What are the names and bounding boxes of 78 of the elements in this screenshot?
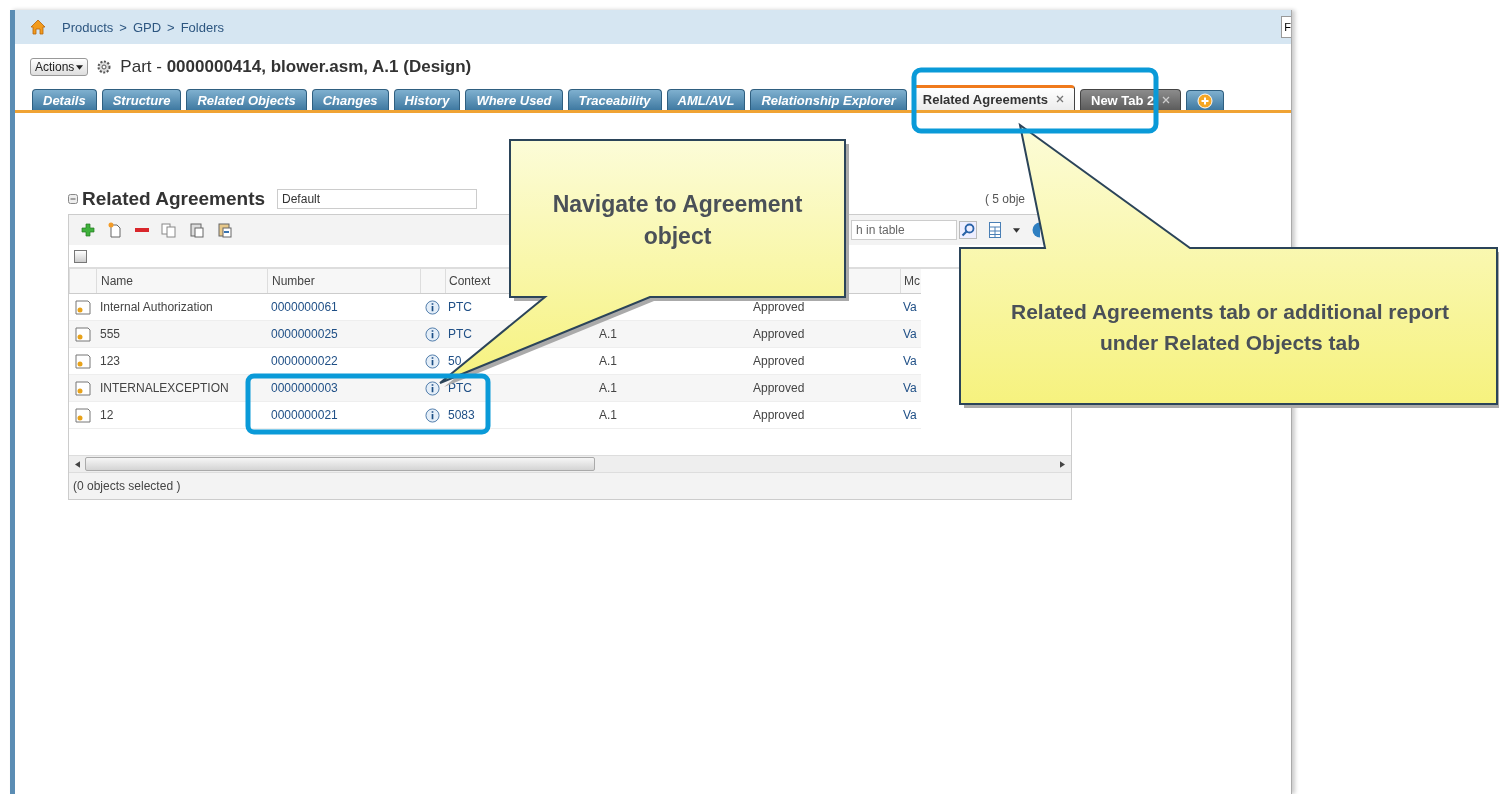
agreement-icon xyxy=(75,326,91,342)
corner-button[interactable]: F xyxy=(1281,16,1291,38)
breadcrumb-link[interactable]: GPD xyxy=(132,19,162,35)
help-icon[interactable] xyxy=(1032,222,1040,238)
table-cell-text: Approved xyxy=(752,300,806,314)
table-cell: A.1 xyxy=(599,381,617,395)
info-icon[interactable] xyxy=(425,299,440,315)
column-header[interactable]: Mc xyxy=(900,269,921,293)
info-icon[interactable] xyxy=(425,353,440,369)
number-link[interactable]: 0000000021 xyxy=(267,408,420,422)
callout-text: Related Agreements tab or additional report under Related Objects tab xyxy=(1010,299,1450,356)
close-icon[interactable] xyxy=(1162,96,1171,104)
breadcrumb-link[interactable]: Products xyxy=(62,19,114,35)
context-link[interactable]: 50 xyxy=(448,354,462,368)
callout-text: Navigate to Agreement object xyxy=(551,190,804,251)
number-link[interactable]: 0000000022 xyxy=(267,354,420,368)
close-icon[interactable] xyxy=(1056,95,1064,103)
info-icon[interactable] xyxy=(425,380,440,396)
gear-icon xyxy=(96,59,113,75)
columns-icon[interactable] xyxy=(989,222,1001,238)
table-cell-text: INTERNALEXCEPTION xyxy=(99,381,230,395)
number-link[interactable]: 0000000003 xyxy=(267,381,420,395)
context-link[interactable]: PTC xyxy=(448,381,472,395)
paste-special-icon[interactable] xyxy=(217,222,233,238)
add-tab-button[interactable] xyxy=(1186,90,1225,110)
object-title: Part - 0000000414, blower.asm, A.1 (Design) xyxy=(120,57,472,77)
minus-icon[interactable] xyxy=(135,227,149,233)
paste-icon[interactable] xyxy=(189,222,205,238)
context-link[interactable]: PTC xyxy=(448,300,472,314)
search-button[interactable] xyxy=(959,221,977,239)
table-cell[interactable]: Va xyxy=(900,300,921,314)
plus-icon[interactable] xyxy=(81,223,95,237)
tab[interactable]: New Tab 2 xyxy=(1080,89,1182,110)
table-cell-text: 12 xyxy=(99,408,115,422)
column-header[interactable]: Number xyxy=(267,269,420,293)
selection-status: (0 objects selected ) xyxy=(73,479,181,493)
agreement-icon xyxy=(75,380,91,396)
table-cell[interactable]: Va xyxy=(900,327,921,341)
table-cell[interactable]: Va xyxy=(900,408,921,422)
add-icon xyxy=(1197,92,1214,109)
table-cell-text: Approved xyxy=(752,408,806,422)
table-cell[interactable]: Va xyxy=(900,354,921,368)
number-link[interactable]: 0000000025 xyxy=(267,327,420,341)
horizontal-scrollbar[interactable] xyxy=(69,455,1071,472)
column-header[interactable]: Name xyxy=(96,269,267,293)
table-cell: A.1 xyxy=(599,327,617,341)
table-cell-text: 123 xyxy=(99,354,122,368)
caret-icon[interactable] xyxy=(1013,227,1020,233)
agreement-icon xyxy=(75,353,91,369)
select-all-checkbox[interactable] xyxy=(74,249,87,263)
collapse-icon[interactable] xyxy=(68,194,78,204)
object-count: ( 5 obje xyxy=(984,192,1025,206)
table-cell-text: Approved xyxy=(752,354,806,368)
breadcrumb-separator: > xyxy=(167,19,175,35)
table-cell-text: Approved xyxy=(752,381,806,395)
table-cell-text: Internal Authorization xyxy=(99,300,214,314)
home-icon[interactable] xyxy=(30,19,46,35)
panel-title: Related Agreements xyxy=(82,188,266,210)
left-arrow-icon[interactable] xyxy=(75,460,80,468)
agreement-icon xyxy=(75,299,91,315)
right-arrow-icon[interactable] xyxy=(1060,460,1065,468)
breadcrumb-separator: > xyxy=(119,19,127,35)
context-link[interactable]: 5083 xyxy=(448,408,475,422)
table-cell-text: 555 xyxy=(99,327,122,341)
table-cell: A.1 xyxy=(599,408,617,422)
breadcrumb-link[interactable]: Folders xyxy=(180,19,225,35)
caret-icon xyxy=(76,64,84,70)
search-field[interactable]: h in table xyxy=(851,220,957,240)
view-dropdown[interactable]: Default xyxy=(277,189,478,209)
context-link[interactable]: PTC xyxy=(448,327,472,341)
info-icon[interactable] xyxy=(425,407,440,423)
table-cell-text: Approved xyxy=(752,327,806,341)
table-cell: A.1 xyxy=(599,354,617,368)
table-cell[interactable]: Va xyxy=(900,381,921,395)
number-link[interactable]: 0000000061 xyxy=(267,300,420,314)
agreement-icon xyxy=(75,407,91,423)
actions-button[interactable]: Actions xyxy=(30,58,89,76)
info-icon[interactable] xyxy=(425,326,440,342)
